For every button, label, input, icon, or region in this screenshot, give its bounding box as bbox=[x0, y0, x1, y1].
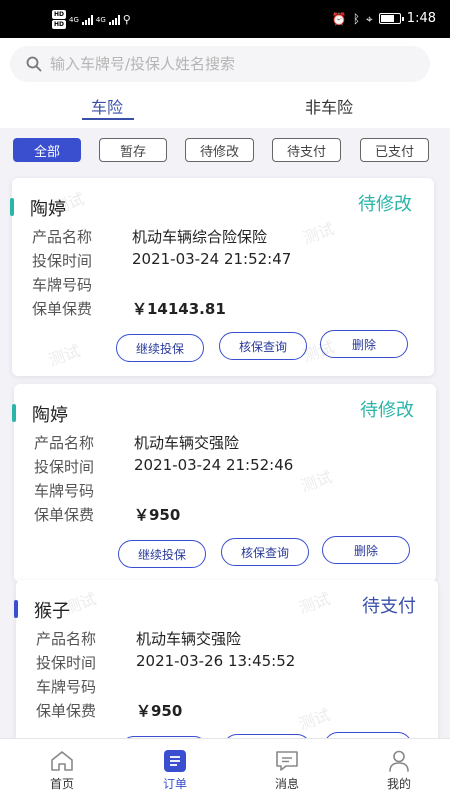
delete-button[interactable]: 删除 bbox=[322, 536, 410, 564]
filter-paid[interactable]: 已支付 bbox=[360, 138, 429, 162]
active-tab-indicator bbox=[82, 118, 134, 120]
filter-draft[interactable]: 暂存 bbox=[99, 138, 167, 162]
plate-row: 车牌号码 bbox=[32, 274, 412, 296]
order-card[interactable]: 陶婷 待修改 产品名称 机动车辆综合险保险 投保时间 2021-03-24 21… bbox=[10, 178, 434, 376]
usb-icon: ⚲ bbox=[122, 12, 131, 26]
network-type: 4G bbox=[69, 15, 79, 24]
location-icon: ⌖ bbox=[366, 11, 373, 26]
plate-row: 车牌号码 bbox=[34, 480, 414, 502]
field-label: 保单保费 bbox=[32, 300, 93, 318]
network-type: 4G bbox=[95, 15, 106, 24]
filter-pending-payment[interactable]: 待支付 bbox=[272, 138, 341, 162]
card-accent-bar bbox=[10, 198, 14, 216]
search-bar[interactable] bbox=[10, 46, 430, 82]
search-input[interactable] bbox=[50, 55, 410, 73]
insured-name: 陶婷 bbox=[30, 199, 66, 220]
product-row: 产品名称 机动车辆交强险 bbox=[34, 432, 414, 454]
field-label: 产品名称 bbox=[36, 630, 97, 648]
status-right: ⏰ ᛒ ⌖ 1:48 bbox=[332, 11, 436, 26]
nav-label: 我的 bbox=[386, 777, 411, 791]
time-row: 投保时间 2021-03-24 21:52:46 bbox=[34, 456, 414, 478]
nav-orders[interactable]: 订单 bbox=[145, 743, 205, 799]
time-row: 投保时间 2021-03-26 13:45:52 bbox=[36, 652, 416, 674]
nav-label: 首页 bbox=[49, 777, 74, 791]
profile-icon bbox=[389, 750, 409, 772]
tab-non-auto-insurance[interactable]: 非车险 bbox=[305, 94, 353, 118]
nav-label: 订单 bbox=[162, 777, 187, 791]
order-status: 待修改 bbox=[358, 194, 412, 215]
filter-all[interactable]: 全部 bbox=[13, 138, 81, 162]
delete-button[interactable]: 删除 bbox=[320, 330, 408, 358]
watermark: 测试 bbox=[46, 341, 83, 370]
field-label: 保单保费 bbox=[34, 506, 95, 524]
alarm-icon: ⏰ bbox=[331, 11, 347, 26]
message-icon bbox=[276, 751, 298, 771]
field-label: 投保时间 bbox=[34, 458, 95, 476]
field-label: 车牌号码 bbox=[32, 276, 93, 294]
premium-amount: ￥950 bbox=[136, 702, 183, 720]
clock: 1:48 bbox=[406, 11, 436, 26]
home-icon bbox=[51, 751, 73, 771]
category-tabs: 车险 非车险 bbox=[0, 86, 450, 124]
premium-amount: ￥14143.81 bbox=[132, 300, 226, 318]
tab-auto-insurance[interactable]: 车险 bbox=[91, 94, 123, 118]
insure-time: 2021-03-24 21:52:46 bbox=[134, 456, 294, 474]
nav-label: 消息 bbox=[274, 777, 299, 791]
order-status: 待修改 bbox=[360, 400, 414, 421]
order-status: 待支付 bbox=[362, 596, 416, 617]
underwriting-query-button[interactable]: 核保查询 bbox=[221, 538, 309, 566]
card-accent-bar bbox=[14, 600, 18, 618]
insure-time: 2021-03-26 13:45:52 bbox=[136, 652, 296, 670]
product-row: 产品名称 机动车辆交强险 bbox=[36, 628, 416, 650]
battery-icon bbox=[378, 13, 404, 24]
field-label: 投保时间 bbox=[32, 252, 93, 270]
order-card[interactable]: 陶婷 待修改 产品名称 机动车辆交强险 投保时间 2021-03-24 21:5… bbox=[12, 384, 436, 582]
premium-amount: ￥950 bbox=[134, 506, 181, 524]
insure-time: 2021-03-24 21:52:47 bbox=[132, 250, 292, 268]
bluetooth-icon: ᛒ bbox=[352, 11, 361, 26]
watermark: 测试 bbox=[296, 589, 333, 618]
search-icon bbox=[26, 56, 42, 72]
field-label: 保单保费 bbox=[36, 702, 97, 720]
status-bar: HD HD 4G 4G ⚲ ⏰ ᛒ ⌖ 1:48 bbox=[0, 0, 450, 38]
hd-badge: HD bbox=[52, 20, 67, 29]
premium-row: 保单保费 ￥950 bbox=[34, 504, 414, 526]
bottom-nav: 首页 订单 消息 我的 bbox=[0, 738, 450, 800]
card-accent-bar bbox=[12, 404, 16, 422]
nav-profile[interactable]: 我的 bbox=[369, 743, 429, 799]
hd-badge: HD bbox=[52, 10, 67, 19]
field-label: 产品名称 bbox=[32, 228, 93, 246]
continue-insure-button[interactable]: 继续投保 bbox=[116, 334, 204, 362]
plate-row: 车牌号码 bbox=[36, 676, 416, 698]
status-filter-bar: 全部 暂存 待修改 待支付 已支付 bbox=[0, 128, 450, 176]
continue-insure-button[interactable]: 继续投保 bbox=[118, 540, 206, 568]
battery-level bbox=[380, 15, 394, 22]
time-row: 投保时间 2021-03-24 21:52:47 bbox=[32, 250, 412, 272]
premium-row: 保单保费 ￥14143.81 bbox=[32, 298, 412, 320]
insured-name: 猴子 bbox=[34, 601, 70, 622]
premium-row: 保单保费 ￥950 bbox=[36, 700, 416, 722]
nav-messages[interactable]: 消息 bbox=[257, 743, 317, 799]
field-label: 投保时间 bbox=[36, 654, 97, 672]
product-name: 机动车辆综合险保险 bbox=[132, 228, 268, 246]
filter-pending-edit[interactable]: 待修改 bbox=[185, 138, 254, 162]
field-label: 车牌号码 bbox=[34, 482, 95, 500]
field-label: 产品名称 bbox=[34, 434, 95, 452]
underwriting-query-button[interactable]: 核保查询 bbox=[219, 332, 307, 360]
insured-name: 陶婷 bbox=[32, 405, 68, 426]
orders-icon bbox=[164, 750, 186, 772]
signal-icon bbox=[108, 14, 120, 25]
nav-home[interactable]: 首页 bbox=[32, 743, 92, 799]
field-label: 车牌号码 bbox=[36, 678, 97, 696]
order-card[interactable]: 猴子 待支付 产品名称 机动车辆交强险 投保时间 2021-03-26 13:4… bbox=[14, 580, 438, 738]
order-list: 陶婷 待修改 产品名称 机动车辆综合险保险 投保时间 2021-03-24 21… bbox=[0, 176, 450, 738]
product-row: 产品名称 机动车辆综合险保险 bbox=[32, 226, 412, 248]
product-name: 机动车辆交强险 bbox=[134, 434, 240, 452]
product-name: 机动车辆交强险 bbox=[136, 630, 242, 648]
network-indicators: HD HD 4G 4G ⚲ bbox=[52, 10, 131, 29]
signal-icon bbox=[81, 14, 93, 25]
